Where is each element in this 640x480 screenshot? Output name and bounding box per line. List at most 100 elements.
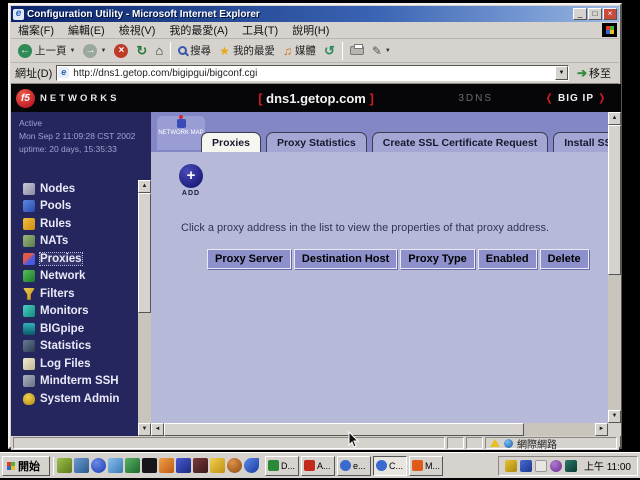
horizontal-scrollbar[interactable]: ◄ ► bbox=[151, 423, 608, 436]
print-button[interactable] bbox=[346, 44, 368, 57]
edit-button[interactable]: ✎ ▼ bbox=[368, 42, 395, 60]
sidebar-scrollbar[interactable]: ▲ ▼ bbox=[138, 180, 151, 436]
address-input[interactable] bbox=[56, 65, 569, 81]
taskbar-window-button[interactable]: e... bbox=[337, 456, 371, 476]
maximize-button[interactable]: □ bbox=[588, 8, 602, 20]
search-button[interactable]: 搜尋 bbox=[174, 41, 215, 60]
menu-file[interactable]: 檔案(F) bbox=[11, 21, 61, 39]
menu-help[interactable]: 說明(H) bbox=[285, 21, 336, 39]
back-dropdown-icon[interactable]: ▼ bbox=[70, 48, 76, 54]
tray-icon[interactable] bbox=[535, 460, 547, 472]
taskbar: 開始 D... A... e... C... M... 上午 11:00 bbox=[0, 452, 640, 478]
taskbar-window-button[interactable]: M... bbox=[409, 456, 443, 476]
sidebar-item-log-files[interactable]: Log Files bbox=[11, 355, 138, 373]
minimize-button[interactable]: _ bbox=[573, 8, 587, 20]
quick-launch-icon[interactable] bbox=[108, 458, 123, 473]
close-button[interactable]: × bbox=[603, 8, 617, 20]
quick-launch-icon[interactable] bbox=[125, 458, 140, 473]
quick-launch-icon[interactable] bbox=[74, 458, 89, 473]
menu-edit[interactable]: 編輯(E) bbox=[61, 21, 112, 39]
sidebar-item-statistics[interactable]: Statistics bbox=[11, 338, 138, 356]
pools-icon bbox=[23, 200, 35, 212]
column-header-enabled[interactable]: Enabled bbox=[478, 249, 537, 269]
scroll-down-icon[interactable]: ▼ bbox=[138, 423, 151, 436]
scrollbar-thumb[interactable] bbox=[138, 193, 151, 313]
forward-button[interactable]: → ▼ bbox=[79, 42, 110, 60]
quick-launch-icon[interactable] bbox=[91, 458, 106, 473]
menu-tools[interactable]: 工具(T) bbox=[235, 21, 285, 39]
media-button[interactable]: ♫ 媒體 bbox=[279, 41, 320, 60]
quick-launch-icon[interactable] bbox=[227, 458, 242, 473]
quick-launch-icon[interactable] bbox=[210, 458, 225, 473]
scroll-down-icon[interactable]: ▼ bbox=[608, 410, 621, 423]
sidebar-item-pools[interactable]: Pools bbox=[11, 198, 138, 216]
quick-launch-icon[interactable] bbox=[142, 458, 157, 473]
task-label: A... bbox=[317, 461, 331, 471]
stop-button[interactable]: × bbox=[110, 42, 132, 60]
scrollbar-thumb[interactable] bbox=[608, 125, 621, 275]
quick-launch-icon[interactable] bbox=[176, 458, 191, 473]
column-header-proxy-type[interactable]: Proxy Type bbox=[400, 249, 475, 269]
column-header-proxy-server[interactable]: Proxy Server bbox=[207, 249, 291, 269]
taskbar-clock[interactable]: 上午 11:00 bbox=[584, 458, 631, 473]
column-header-delete[interactable]: Delete bbox=[540, 249, 589, 269]
home-button[interactable]: ⌂ bbox=[151, 41, 167, 60]
sidebar-item-filters[interactable]: Filters bbox=[11, 285, 138, 303]
edit-dropdown-icon[interactable]: ▼ bbox=[385, 48, 391, 54]
sidebar-item-network[interactable]: Network bbox=[11, 268, 138, 286]
sidebar-item-label: NATs bbox=[40, 235, 68, 247]
sidebar-item-label: BIGpipe bbox=[40, 323, 84, 335]
add-button[interactable]: + bbox=[179, 164, 203, 188]
sidebar-item-mindterm-ssh[interactable]: Mindterm SSH bbox=[11, 373, 138, 391]
proxy-table-header-row: Proxy Server Destination Host Proxy Type… bbox=[207, 249, 589, 269]
start-button[interactable]: 開始 bbox=[2, 456, 50, 476]
menu-favorites[interactable]: 我的最愛(A) bbox=[162, 21, 235, 39]
scroll-up-icon[interactable]: ▲ bbox=[608, 112, 621, 125]
zone-label: 網際網路 bbox=[517, 436, 557, 451]
sidebar-item-proxies[interactable]: Proxies bbox=[11, 250, 138, 268]
column-header-destination-host[interactable]: Destination Host bbox=[294, 249, 397, 269]
go-button[interactable]: ➔ 移至 bbox=[573, 65, 615, 81]
window-title: Configuration Utility - Microsoft Intern… bbox=[27, 9, 260, 20]
quick-launch-icon[interactable] bbox=[159, 458, 174, 473]
refresh-button[interactable]: ↻ bbox=[132, 41, 151, 61]
sidebar-item-monitors[interactable]: Monitors bbox=[11, 303, 138, 321]
taskbar-window-button[interactable]: D... bbox=[265, 456, 299, 476]
quick-launch-icon[interactable] bbox=[193, 458, 208, 473]
proxies-pane: + ADD Click a proxy address in the list … bbox=[151, 152, 608, 423]
scrollbar-thumb[interactable] bbox=[164, 423, 524, 436]
taskbar-window-button-active[interactable]: C... bbox=[373, 456, 407, 476]
tab-proxy-statistics[interactable]: Proxy Statistics bbox=[266, 132, 367, 152]
tab-install-ssl-certificate[interactable]: Install SSL Certifi bbox=[553, 132, 608, 152]
back-button[interactable]: ← 上一頁 ▼ bbox=[14, 41, 79, 60]
favorites-button[interactable]: ★ 我的最愛 bbox=[215, 41, 279, 60]
history-button[interactable]: ↺ bbox=[320, 41, 339, 61]
sidebar-item-rules[interactable]: Rules bbox=[11, 215, 138, 233]
tray-icon[interactable] bbox=[550, 460, 562, 472]
scroll-up-icon[interactable]: ▲ bbox=[138, 180, 151, 193]
menu-view[interactable]: 檢視(V) bbox=[112, 21, 163, 39]
quick-launch-icon[interactable] bbox=[244, 458, 259, 473]
tray-icon[interactable] bbox=[505, 460, 517, 472]
tray-icon[interactable] bbox=[565, 460, 577, 472]
scroll-left-icon[interactable]: ◄ bbox=[151, 423, 164, 436]
app-icon bbox=[340, 460, 351, 471]
start-label: 開始 bbox=[18, 458, 40, 474]
scroll-right-icon[interactable]: ► bbox=[595, 423, 608, 436]
taskbar-window-button[interactable]: A... bbox=[301, 456, 335, 476]
tab-create-ssl-certificate-request[interactable]: Create SSL Certificate Request bbox=[372, 132, 548, 152]
network-map-button[interactable]: NETWORK MAP bbox=[157, 116, 205, 150]
sidebar-item-nats[interactable]: NATs bbox=[11, 233, 138, 251]
tray-icon[interactable] bbox=[520, 460, 532, 472]
tab-proxies[interactable]: Proxies bbox=[201, 132, 261, 152]
quick-launch-icon[interactable] bbox=[57, 458, 72, 473]
browser-viewport: f5 NETWORKS [ dns1.getop.com ] 3DNS ❬ BI… bbox=[11, 84, 621, 436]
vertical-scrollbar[interactable]: ▲ ▼ bbox=[608, 112, 621, 423]
sidebar-item-system-admin[interactable]: System Admin bbox=[11, 390, 138, 408]
network-icon bbox=[23, 270, 35, 282]
sidebar-item-bigpipe[interactable]: BIGpipe bbox=[11, 320, 138, 338]
sidebar-item-nodes[interactable]: Nodes bbox=[11, 180, 138, 198]
forward-dropdown-icon[interactable]: ▼ bbox=[100, 48, 106, 54]
address-dropdown-icon[interactable]: ▼ bbox=[555, 66, 568, 80]
ie-logo-icon: e bbox=[13, 9, 24, 20]
